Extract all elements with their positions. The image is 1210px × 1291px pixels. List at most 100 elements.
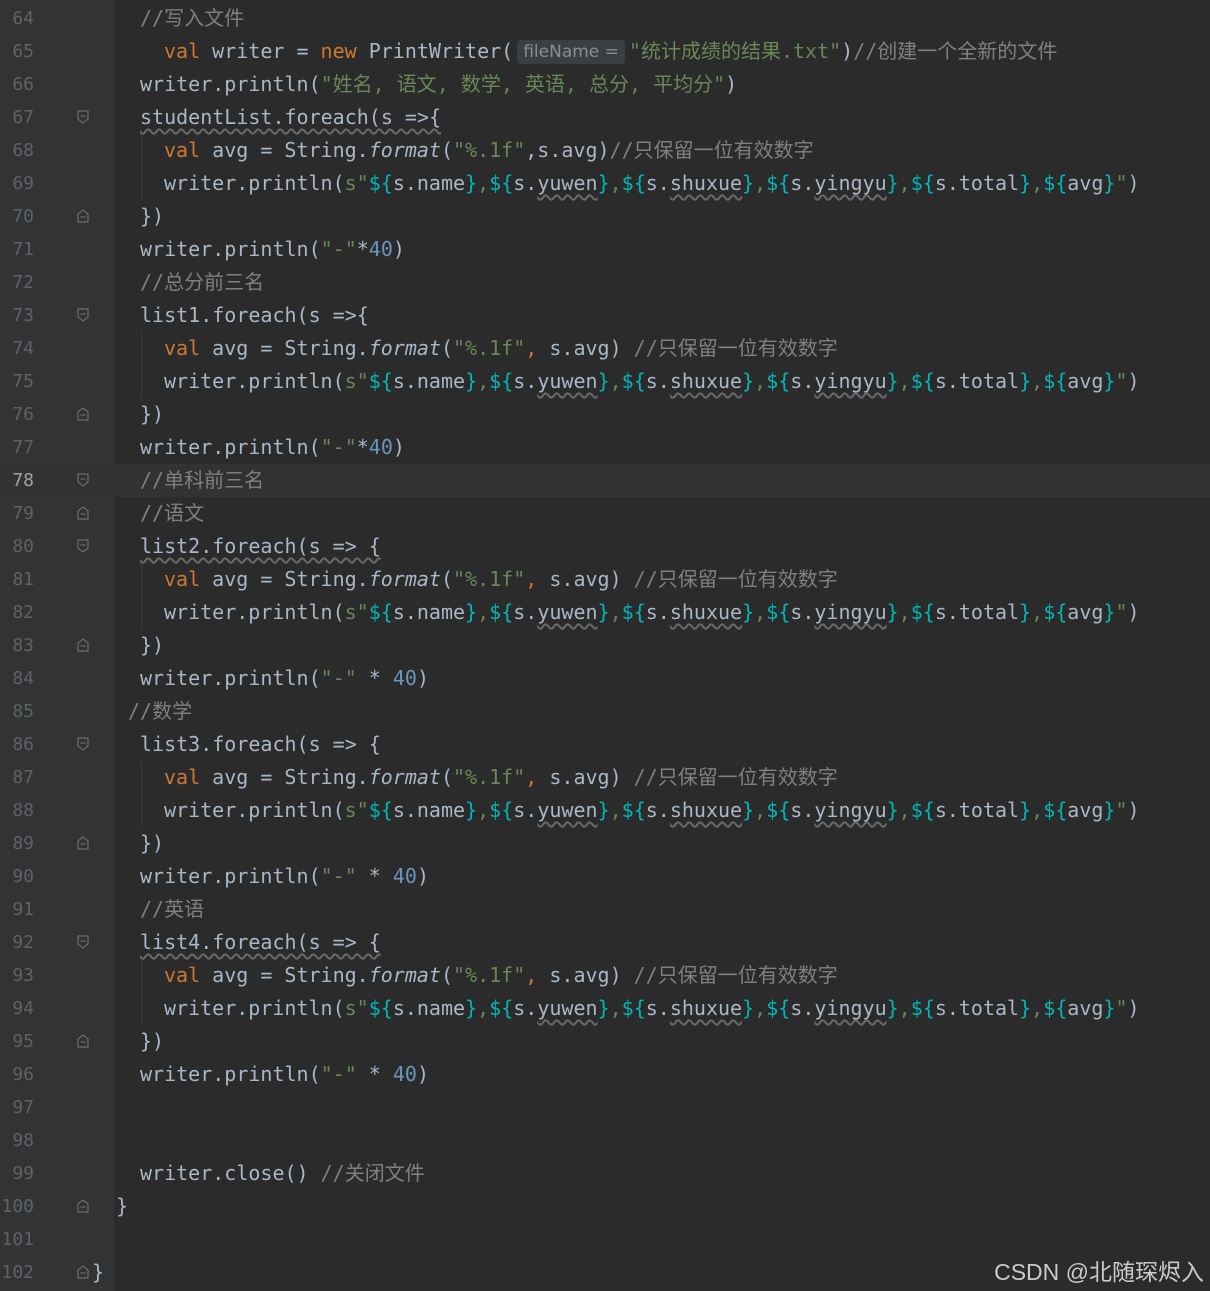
code-line[interactable]: 87 val avg = String.format("%.1f", s.avg)…: [0, 761, 1210, 794]
code-area[interactable]: 64//写入文件 65 val writer = new PrintWriter(f…: [0, 0, 1210, 1291]
code-token: ,: [754, 600, 767, 624]
code-token: ,: [754, 171, 767, 195]
fold-open-icon[interactable]: [77, 110, 89, 124]
code-line[interactable]: 81 val avg = String.format("%.1f", s.avg)…: [0, 563, 1210, 596]
fold-open-icon[interactable]: [77, 473, 89, 487]
code-token: ,: [898, 369, 911, 393]
line-number: 82: [12, 602, 34, 623]
code-token: ,: [1031, 600, 1044, 624]
code-line[interactable]: 98: [0, 1124, 1210, 1157]
fold-close-icon[interactable]: [77, 506, 89, 520]
code-token: ,: [754, 798, 767, 822]
code-token: s.: [790, 369, 815, 393]
code-line[interactable]: 93 val avg = String.format("%.1f", s.avg)…: [0, 959, 1210, 992]
code-line[interactable]: 64 //写入文件: [0, 2, 1210, 35]
code-line[interactable]: 79 //语文: [0, 497, 1210, 530]
fold-close-icon[interactable]: [77, 407, 89, 421]
fold-close-icon[interactable]: [77, 209, 89, 223]
code-line[interactable]: 77 writer.println("-"*40): [0, 431, 1210, 464]
code-token: }: [886, 996, 899, 1020]
code-token: ${: [489, 369, 514, 393]
fold-close-icon[interactable]: [77, 836, 89, 850]
fold-close-icon[interactable]: [77, 638, 89, 652]
code-text: //总分前三名: [140, 266, 264, 299]
code-line[interactable]: 99 writer.close() //关闭文件: [0, 1157, 1210, 1190]
code-line[interactable]: 88 writer.println(s"${s.name},${s.yuwen},…: [0, 794, 1210, 827]
code-line[interactable]: 86 list3.foreach(s => {: [0, 728, 1210, 761]
code-token: "-": [320, 237, 357, 261]
code-token: //只保留一位有效数字: [609, 138, 814, 162]
code-token: ${: [766, 600, 791, 624]
code-token: avg: [1067, 996, 1104, 1020]
fold-open-icon[interactable]: [77, 539, 89, 553]
code-line[interactable]: 66 writer.println("姓名, 语文, 数学, 英语, 总分, 平均…: [0, 68, 1210, 101]
code-line[interactable]: 84 writer.println("-" * 40): [0, 662, 1210, 695]
code-line[interactable]: 90 writer.println("-" * 40): [0, 860, 1210, 893]
code-token: s.total: [934, 171, 1020, 195]
code-token: shuxue: [669, 996, 743, 1020]
code-token: 40: [368, 237, 393, 261]
code-line[interactable]: 73 list1.foreach(s =>{: [0, 299, 1210, 332]
code-token: ": [1115, 798, 1128, 822]
code-text: //数学: [128, 695, 192, 728]
code-line[interactable]: 83}): [0, 629, 1210, 662]
code-token: shuxue: [669, 600, 743, 624]
code-token: ${: [766, 369, 791, 393]
code-line[interactable]: 101: [0, 1223, 1210, 1256]
code-editor[interactable]: 64//写入文件 65 val writer = new PrintWriter(f…: [0, 0, 1210, 1291]
code-line[interactable]: 70}): [0, 200, 1210, 233]
parameter-hint: fileName =: [517, 40, 625, 64]
code-line[interactable]: 92 list4.foreach(s => {: [0, 926, 1210, 959]
fold-open-icon[interactable]: [77, 935, 89, 949]
code-token: writer.println(: [140, 72, 321, 96]
code-line[interactable]: 100}: [0, 1190, 1210, 1223]
code-token: format: [368, 138, 441, 162]
line-number: 86: [12, 734, 34, 755]
code-token: yuwen: [537, 600, 598, 624]
code-line[interactable]: 89}): [0, 827, 1210, 860]
fold-close-icon[interactable]: [77, 1034, 89, 1048]
code-token: val: [164, 765, 213, 789]
code-token: ): [1127, 369, 1140, 393]
code-text: studentList.foreach(s =>{: [140, 101, 441, 134]
code-line[interactable]: 71 writer.println("-"*40): [0, 233, 1210, 266]
fold-open-icon[interactable]: [77, 737, 89, 751]
line-number: 95: [12, 1031, 34, 1052]
code-line[interactable]: 68 val avg = String.format("%.1f",s.avg)/…: [0, 134, 1210, 167]
code-token: }: [465, 171, 478, 195]
code-line[interactable]: 78 //单科前三名: [0, 464, 1210, 497]
code-line[interactable]: 75 writer.println(s"${s.name},${s.yuwen},…: [0, 365, 1210, 398]
code-token: "姓名, 语文, 数学, 英语, 总分, 平均分": [320, 72, 726, 96]
code-text: //英语: [140, 893, 204, 926]
code-token: ${: [910, 171, 935, 195]
code-line[interactable]: 74 val avg = String.format("%.1f", s.avg)…: [0, 332, 1210, 365]
code-line[interactable]: 97: [0, 1091, 1210, 1124]
code-line[interactable]: 80 list2.foreach(s => {: [0, 530, 1210, 563]
line-number: 94: [12, 998, 34, 1019]
code-line[interactable]: 91 //英语: [0, 893, 1210, 926]
line-number: 84: [12, 668, 34, 689]
code-token: ${: [1043, 798, 1068, 822]
code-token: s.: [645, 171, 670, 195]
code-line[interactable]: 96 writer.println("-" * 40): [0, 1058, 1210, 1091]
fold-close-icon[interactable]: [77, 1265, 89, 1279]
code-line[interactable]: 95}): [0, 1025, 1210, 1058]
code-line[interactable]: 94 writer.println(s"${s.name},${s.yuwen},…: [0, 992, 1210, 1025]
code-line[interactable]: 72 //总分前三名: [0, 266, 1210, 299]
code-token: s.name: [392, 171, 466, 195]
code-token: }): [140, 1029, 165, 1053]
code-token: ${: [489, 171, 514, 195]
fold-open-icon[interactable]: [77, 308, 89, 322]
code-line[interactable]: 82 writer.println(s"${s.name},${s.yuwen},…: [0, 596, 1210, 629]
code-line[interactable]: 67 studentList.foreach(s =>{: [0, 101, 1210, 134]
code-line[interactable]: 65 val writer = new PrintWriter(fileName …: [0, 35, 1210, 68]
code-line[interactable]: 76}): [0, 398, 1210, 431]
fold-close-icon[interactable]: [77, 1199, 89, 1213]
code-token: ${: [910, 798, 935, 822]
code-token: ${: [621, 996, 646, 1020]
code-line[interactable]: 85 //数学: [0, 695, 1210, 728]
code-token: val: [164, 336, 213, 360]
code-line[interactable]: 69 writer.println(s"${s.name},${s.yuwen},…: [0, 167, 1210, 200]
code-token: shuxue: [669, 171, 743, 195]
code-token: avg = String.: [212, 765, 369, 789]
